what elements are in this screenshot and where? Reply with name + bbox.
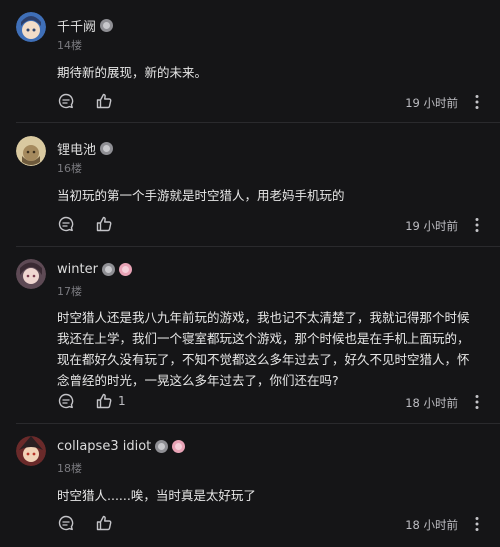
more-dots-icon[interactable]: [468, 216, 486, 234]
thumbs-up-icon[interactable]: [95, 514, 113, 532]
timestamp: 18 小时前: [405, 518, 458, 532]
username[interactable]: collapse3 idiot: [57, 439, 186, 454]
username-text[interactable]: 千千阙: [57, 16, 96, 35]
avatar[interactable]: [16, 12, 46, 42]
reply-bubble-icon[interactable]: [57, 514, 75, 532]
username-text[interactable]: winter: [57, 262, 98, 277]
username[interactable]: winter: [57, 262, 132, 277]
divider: [16, 423, 500, 424]
comment-actions: [57, 215, 118, 233]
like-button[interactable]: [95, 92, 118, 110]
like-button[interactable]: [95, 215, 118, 233]
timestamp: 19 小时前: [405, 96, 458, 110]
avatar[interactable]: [16, 136, 46, 166]
avatar[interactable]: [16, 259, 46, 289]
floor-number: 14楼: [57, 39, 82, 52]
fan-badge-icon: [118, 263, 132, 276]
comment-actions: [57, 514, 118, 532]
like-button[interactable]: 1: [95, 392, 126, 410]
more-dots-icon[interactable]: [468, 515, 486, 533]
username[interactable]: 千千阙: [57, 16, 114, 35]
more-dots-icon[interactable]: [468, 93, 486, 111]
divider: [16, 122, 500, 123]
comment-text: 期待新的展现，新的未来。: [57, 65, 208, 80]
comment-text: 时空猎人......唉，当时真是太好玩了: [57, 488, 256, 503]
level-badge-icon: [155, 440, 169, 453]
thumbs-up-icon[interactable]: [95, 392, 113, 410]
thumbs-up-icon[interactable]: [95, 215, 113, 233]
thumbs-up-icon[interactable]: [95, 92, 113, 110]
more-dots-icon[interactable]: [468, 393, 486, 411]
level-badge-icon: [100, 142, 114, 155]
like-count: 1: [118, 394, 126, 408]
comment-actions: [57, 92, 118, 110]
comment-text: 时空猎人还是我八九年前玩的游戏，我也记不太清楚了，我就记得那个时候我还在上学，我…: [57, 310, 470, 388]
username[interactable]: 锂电池: [57, 139, 114, 158]
floor-number: 16楼: [57, 162, 82, 175]
level-badge-icon: [100, 19, 114, 32]
reply-bubble-icon[interactable]: [57, 392, 75, 410]
reply-bubble-icon[interactable]: [57, 92, 75, 110]
username-text[interactable]: 锂电池: [57, 139, 96, 158]
floor-number: 18楼: [57, 462, 82, 475]
comment-text: 当初玩的第一个手游就是时空猎人，用老妈手机玩的: [57, 188, 345, 203]
comment-actions: 1: [57, 392, 126, 410]
like-button[interactable]: [95, 514, 118, 532]
divider: [16, 246, 500, 247]
avatar[interactable]: [16, 436, 46, 466]
reply-bubble-icon[interactable]: [57, 215, 75, 233]
username-text[interactable]: collapse3 idiot: [57, 439, 151, 454]
timestamp: 19 小时前: [405, 219, 458, 233]
level-badge-icon: [101, 263, 115, 276]
fan-badge-icon: [172, 440, 186, 453]
timestamp: 18 小时前: [405, 396, 458, 410]
floor-number: 17楼: [57, 285, 82, 298]
